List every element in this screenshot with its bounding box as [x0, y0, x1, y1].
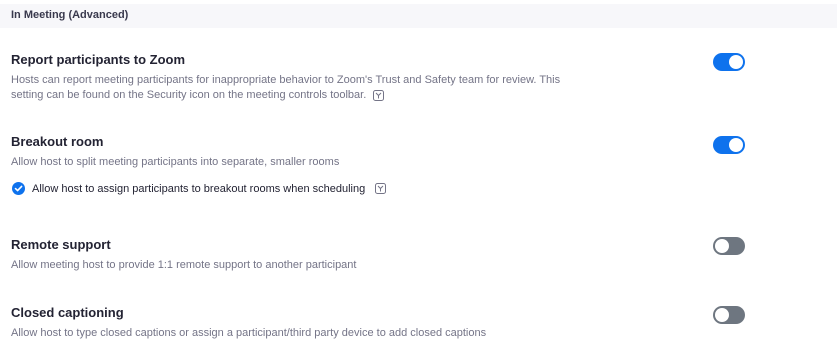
setting-description: Allow host to type closed captions or as… — [11, 327, 487, 339]
info-icon[interactable] — [373, 89, 385, 101]
setting-description: Allow host to split meeting participants… — [11, 156, 340, 168]
setting-description-line2: setting can be found on the Security ico… — [11, 89, 367, 101]
info-icon[interactable] — [375, 183, 387, 194]
section-header: In Meeting (Advanced) — [0, 4, 837, 28]
check-icon — [14, 185, 23, 192]
setting-description-line1: Hosts can report meeting participants fo… — [11, 74, 561, 86]
setting-title: Closed captioning — [11, 305, 124, 320]
breakout-assign-checkbox[interactable] — [12, 182, 25, 195]
report-participants-toggle[interactable] — [713, 53, 745, 71]
setting-title: Remote support — [11, 237, 111, 252]
section-title: In Meeting (Advanced) — [11, 9, 129, 21]
toggle-knob — [729, 55, 743, 69]
closed-captioning-toggle[interactable] — [713, 306, 745, 324]
setting-description: Hosts can report meeting participants fo… — [11, 73, 611, 103]
toggle-knob — [715, 239, 729, 253]
setting-title: Breakout room — [11, 134, 104, 149]
setting-description: Allow meeting host to provide 1:1 remote… — [11, 259, 357, 271]
toggle-knob — [715, 308, 729, 322]
breakout-assign-option: Allow host to assign participants to bre… — [12, 182, 387, 195]
breakout-room-toggle[interactable] — [713, 136, 745, 154]
toggle-knob — [729, 138, 743, 152]
setting-breakout-room: Breakout room Allow host to split meetin… — [11, 134, 611, 170]
setting-remote-support: Remote support Allow meeting host to pro… — [11, 237, 611, 273]
setting-title: Report participants to Zoom — [11, 52, 186, 67]
breakout-assign-label: Allow host to assign participants to bre… — [32, 182, 366, 195]
setting-closed-captioning: Closed captioning Allow host to type clo… — [11, 305, 611, 341]
setting-report-participants: Report participants to Zoom Hosts can re… — [11, 52, 611, 103]
remote-support-toggle[interactable] — [713, 237, 745, 255]
